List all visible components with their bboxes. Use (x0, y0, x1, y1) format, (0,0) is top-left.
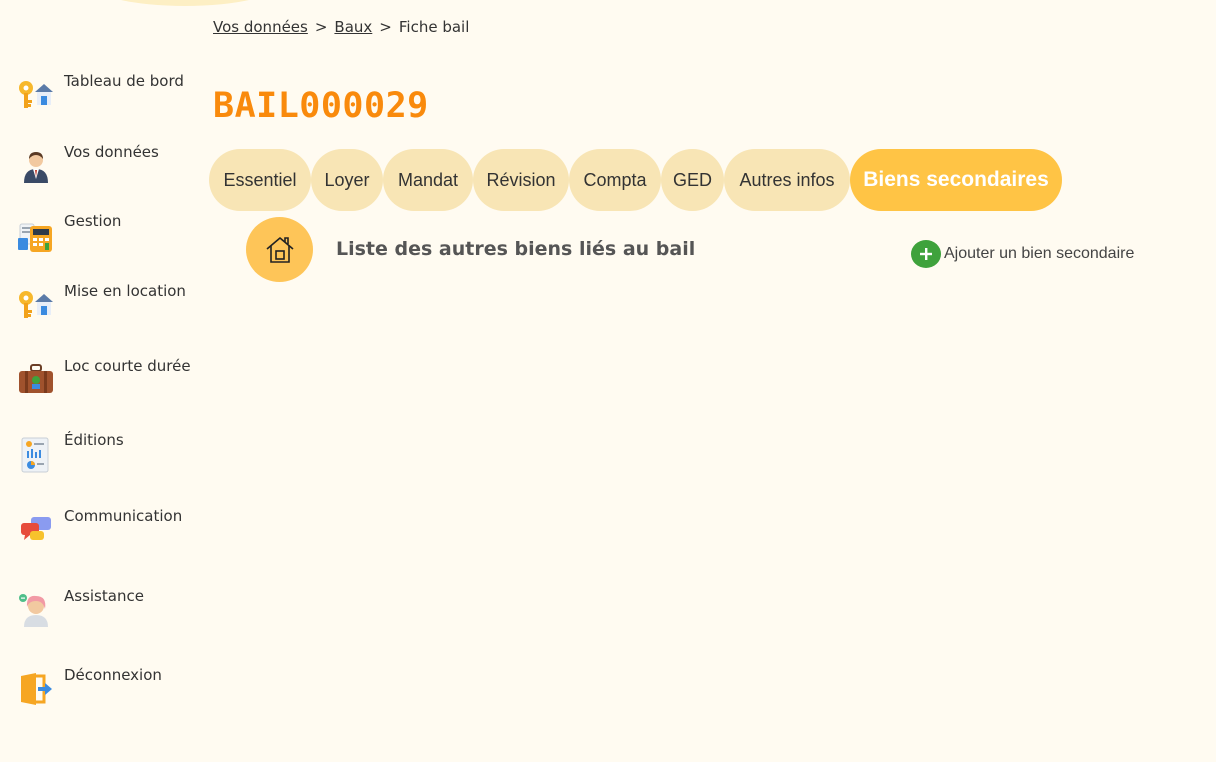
person-avatar-icon (18, 149, 54, 183)
breadcrumb-link-vos-donnees[interactable]: Vos données (213, 18, 308, 36)
tab-ged[interactable]: GED (661, 149, 724, 211)
support-agent-icon (18, 593, 54, 627)
keys-house-icon (18, 78, 54, 110)
breadcrumb: Vos données > Baux > Fiche bail (213, 18, 469, 36)
breadcrumb-separator: > (379, 18, 392, 36)
chat-bubbles-icon (18, 513, 54, 545)
tab-compta[interactable]: Compta (569, 149, 661, 211)
sidebar-item-label: Mise en location (64, 282, 186, 300)
tab-loyer[interactable]: Loyer (311, 149, 383, 211)
tab-autres-infos[interactable]: Autres infos (724, 149, 850, 211)
add-secondary-property-button[interactable]: Ajouter un bien secondaire (911, 240, 1134, 268)
sidebar: Tableau de bord Vos données Gestion Mise… (0, 0, 205, 762)
suitcase-icon (18, 363, 54, 395)
sidebar-item-deconnexion[interactable]: Déconnexion (18, 666, 203, 706)
logout-icon (18, 672, 54, 705)
tab-revision[interactable]: Révision (473, 149, 569, 211)
sidebar-item-label: Communication (64, 507, 183, 525)
sidebar-item-label: Déconnexion (64, 666, 162, 684)
tab-essentiel[interactable]: Essentiel (209, 149, 311, 211)
breadcrumb-separator: > (314, 18, 328, 36)
report-icon (18, 437, 54, 473)
sidebar-item-tableau-de-bord[interactable]: Tableau de bord (18, 72, 203, 112)
sidebar-item-label: Tableau de bord (64, 72, 184, 90)
keys-house-icon (18, 288, 54, 320)
page-title: BAIL000029 (213, 86, 429, 126)
house-icon (246, 217, 313, 282)
plus-circle-icon (911, 240, 941, 268)
sidebar-item-assistance[interactable]: Assistance (18, 587, 203, 627)
breadcrumb-current: Fiche bail (398, 18, 470, 36)
sidebar-item-gestion[interactable]: Gestion (18, 212, 203, 252)
sidebar-item-mise-en-location[interactable]: Mise en location (18, 282, 203, 322)
sidebar-item-label: Loc courte durée (64, 357, 191, 375)
sidebar-item-vos-donnees[interactable]: Vos données (18, 143, 203, 183)
tab-biens-secondaires[interactable]: Biens secondaires (850, 149, 1062, 211)
add-button-label: Ajouter un bien secondaire (944, 245, 1135, 262)
sidebar-item-label: Assistance (64, 587, 144, 605)
sidebar-item-loc-courte-duree[interactable]: Loc courte durée (18, 357, 203, 397)
breadcrumb-link-baux[interactable]: Baux (334, 18, 372, 36)
tab-mandat[interactable]: Mandat (383, 149, 473, 211)
sidebar-item-label: Gestion (64, 212, 122, 230)
sidebar-item-editions[interactable]: Éditions (18, 431, 203, 473)
sidebar-item-communication[interactable]: Communication (18, 507, 203, 547)
sidebar-item-label: Éditions (64, 431, 124, 449)
sidebar-item-label: Vos données (64, 143, 159, 161)
calculator-icon (18, 218, 54, 252)
section-title: Liste des autres biens liés au bail (336, 238, 696, 260)
